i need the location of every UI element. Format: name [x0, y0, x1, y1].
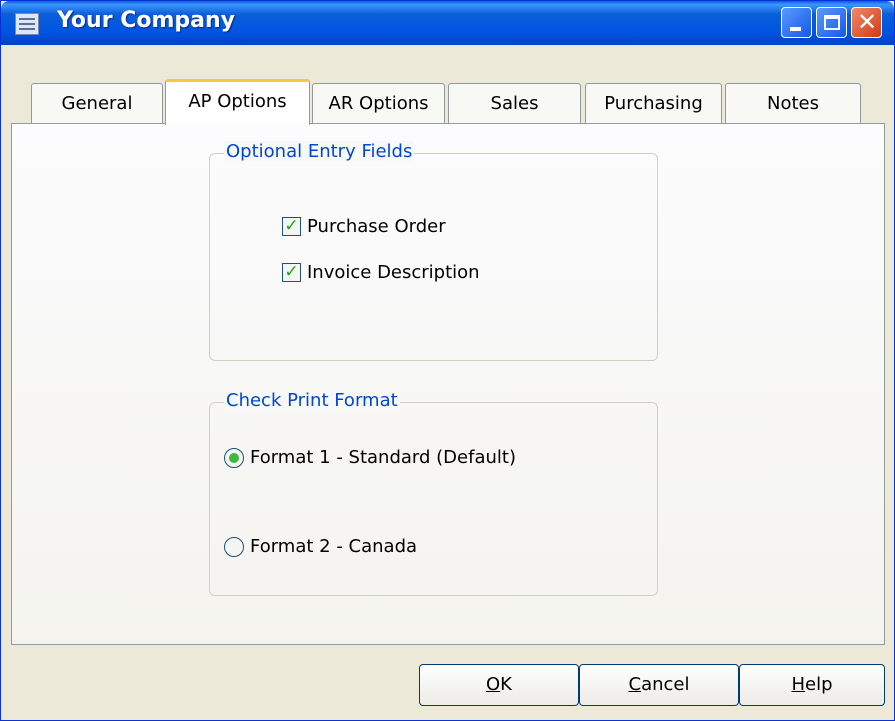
maximize-icon [824, 15, 840, 30]
help-button[interactable]: Help [739, 664, 885, 706]
invoice-description-checkbox[interactable]: ✓ Invoice Description [282, 262, 480, 283]
minimize-button[interactable] [781, 7, 812, 38]
group-title: Check Print Format [224, 390, 400, 411]
checkmark-icon: ✓ [282, 263, 301, 282]
title-bar[interactable]: Your Company ✕ [1, 1, 894, 45]
radio-label: Format 2 - Canada [250, 536, 418, 557]
cancel-button[interactable]: Cancel [579, 664, 739, 706]
maximize-button[interactable] [816, 7, 847, 38]
window-title: Your Company [57, 8, 235, 33]
format-2-radio[interactable]: Format 2 - Canada [224, 536, 417, 557]
group-title: Optional Entry Fields [224, 141, 415, 162]
close-button[interactable]: ✕ [851, 7, 882, 38]
checkbox-label: Purchase Order [307, 216, 446, 237]
checkmark-icon: ✓ [282, 217, 301, 236]
format-1-radio[interactable]: Format 1 - Standard (Default) [224, 447, 516, 468]
ap-options-panel: Optional Entry Fields ✓ Purchase Order ✓… [11, 123, 885, 645]
tab-ar-options[interactable]: AR Options [312, 83, 445, 123]
company-dialog: Your Company ✕ General AP Options AR Opt… [0, 0, 895, 721]
tab-sales[interactable]: Sales [448, 83, 581, 123]
tab-strip: General AP Options AR Options Sales Purc… [1, 45, 894, 125]
radio-selected-icon [224, 447, 244, 468]
purchase-order-checkbox[interactable]: ✓ Purchase Order [282, 216, 446, 237]
ok-button[interactable]: OK [419, 664, 579, 706]
tab-purchasing[interactable]: Purchasing [585, 83, 722, 123]
tab-notes[interactable]: Notes [725, 83, 861, 123]
minimize-icon [790, 27, 801, 31]
radio-unselected-icon [224, 536, 244, 557]
app-icon [15, 13, 39, 35]
close-icon: ✕ [857, 8, 878, 36]
radio-label: Format 1 - Standard (Default) [250, 447, 516, 468]
optional-entry-fields-group: Optional Entry Fields ✓ Purchase Order ✓… [209, 141, 658, 361]
tab-general[interactable]: General [31, 83, 163, 123]
tab-ap-options[interactable]: AP Options [165, 79, 310, 125]
check-print-format-group: Check Print Format Format 1 - Standard (… [209, 390, 658, 596]
checkbox-label: Invoice Description [307, 262, 480, 283]
